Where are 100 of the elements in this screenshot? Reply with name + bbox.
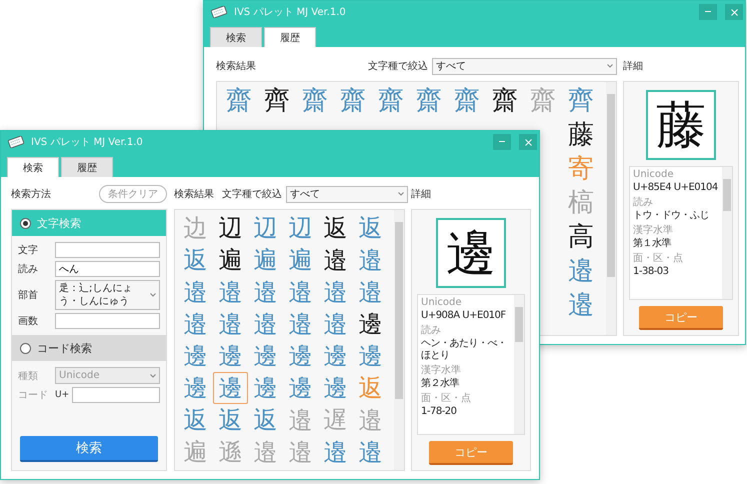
character-cell[interactable]: 遍 xyxy=(178,436,213,468)
character-cell[interactable]: 寄 xyxy=(562,152,600,186)
filter-dropdown[interactable]: すべて xyxy=(432,58,617,74)
character-cell[interactable]: 邉 xyxy=(283,276,318,308)
window-title: IVS パレット MJ Ver.1.0 xyxy=(234,6,346,19)
field-label: 文字 xyxy=(18,244,39,257)
character-cell[interactable]: 邉 xyxy=(562,288,600,322)
radio-button[interactable] xyxy=(20,218,31,228)
character-cell[interactable]: 邉 xyxy=(248,276,283,308)
caret-icon xyxy=(150,293,156,297)
tab[interactable]: 検索 xyxy=(210,27,262,47)
minimize-icon xyxy=(499,141,505,143)
character-cell[interactable]: 遅 xyxy=(318,404,353,436)
character-cell[interactable]: 邊 xyxy=(178,372,213,404)
tab[interactable]: 履歴 xyxy=(61,157,113,177)
filter-label: 文字種で絞込 xyxy=(222,188,282,201)
character-cell[interactable]: 邉 xyxy=(248,308,283,340)
copy-button[interactable]: コピー xyxy=(639,306,723,330)
window-title: IVS パレット MJ Ver.1.0 xyxy=(31,136,143,149)
character-cell[interactable]: 邊 xyxy=(353,308,388,340)
character-cell[interactable]: 邊 xyxy=(178,340,213,372)
character-cell[interactable]: 邉 xyxy=(178,276,213,308)
character-cell[interactable]: 邉 xyxy=(178,308,213,340)
clear-button[interactable]: 条件クリア xyxy=(99,185,167,203)
character-cell[interactable]: 邊 xyxy=(213,372,248,404)
section-header[interactable]: コード検索 xyxy=(12,335,166,361)
character-cell[interactable]: 遍 xyxy=(248,244,283,276)
info-label: Unicode xyxy=(421,297,463,309)
character-cell[interactable]: 槁 xyxy=(562,186,600,220)
character-cell[interactable]: 邊 xyxy=(318,372,353,404)
character-cell[interactable]: 邉 xyxy=(318,308,353,340)
character-cell[interactable]: 邉 xyxy=(248,436,283,468)
character-cell[interactable]: 邉 xyxy=(283,308,318,340)
search-button[interactable]: 検索 xyxy=(20,436,158,462)
keyboard-icon xyxy=(210,6,228,18)
character-cell[interactable]: 返 xyxy=(248,404,283,436)
radio-button[interactable] xyxy=(20,342,31,354)
character-cell[interactable]: 返 xyxy=(178,244,213,276)
minimize-button[interactable] xyxy=(493,134,511,150)
character-cell[interactable]: 邉 xyxy=(213,276,248,308)
character-cell[interactable]: 遜 xyxy=(213,436,248,468)
input-field[interactable] xyxy=(55,242,160,258)
scrollbar[interactable] xyxy=(722,167,732,299)
character-cell[interactable]: 返 xyxy=(213,404,248,436)
section-header[interactable]: 文字検索 xyxy=(12,210,166,236)
filter-dropdown[interactable]: すべて xyxy=(286,186,408,202)
dropdown[interactable]: 辵：辶;しんにょう・しんにゅう xyxy=(55,280,160,310)
character-cell[interactable]: 返 xyxy=(353,212,388,244)
character-cell[interactable]: 遍 xyxy=(283,244,318,276)
character-cell[interactable]: 邉 xyxy=(318,436,353,468)
character-cell[interactable]: 返 xyxy=(178,404,213,436)
character-cell[interactable]: 辺 xyxy=(248,212,283,244)
character-cell[interactable]: 齊 xyxy=(258,84,296,118)
scrollbar[interactable] xyxy=(394,210,404,470)
character-cell[interactable]: 邉 xyxy=(353,276,388,308)
character-cell[interactable]: 返 xyxy=(353,372,388,404)
character-cell[interactable]: 高 xyxy=(562,220,600,254)
character-cell[interactable]: 邉 xyxy=(213,308,248,340)
character-cell[interactable]: 邊 xyxy=(283,372,318,404)
scrollbar[interactable] xyxy=(514,295,524,434)
minimize-button[interactable] xyxy=(699,4,717,20)
character-cell[interactable]: 返 xyxy=(318,212,353,244)
character-cell[interactable]: 邉 xyxy=(283,436,318,468)
character-cell[interactable]: 齋 xyxy=(410,84,448,118)
close-button[interactable] xyxy=(519,134,537,150)
character-cell[interactable]: 齋 xyxy=(524,84,562,118)
character-cell[interactable]: 邉 xyxy=(353,404,388,436)
character-cell[interactable]: 邊 xyxy=(283,340,318,372)
character-cell[interactable]: 邊 xyxy=(353,340,388,372)
character-cell[interactable]: 辺 xyxy=(213,212,248,244)
character-cell[interactable]: 邊 xyxy=(248,340,283,372)
tab[interactable]: 検索 xyxy=(7,157,59,177)
character-cell[interactable]: 藤 xyxy=(562,118,600,152)
character-cell[interactable]: 邉 xyxy=(353,244,388,276)
close-button[interactable] xyxy=(725,4,743,20)
tab[interactable]: 履歴 xyxy=(264,27,316,47)
character-cell[interactable]: 齊 xyxy=(562,84,600,118)
character-cell[interactable]: 边 xyxy=(178,212,213,244)
input-field[interactable] xyxy=(55,313,160,329)
character-cell[interactable]: 邊 xyxy=(318,340,353,372)
character-cell[interactable]: 齋 xyxy=(220,84,258,118)
character-cell[interactable]: 邉 xyxy=(562,254,600,288)
input-field[interactable]: へん xyxy=(55,261,160,277)
section-title: コード検索 xyxy=(37,340,92,356)
character-cell[interactable]: 齋 xyxy=(372,84,410,118)
character-cell[interactable]: 邊 xyxy=(213,340,248,372)
character-cell[interactable]: 齋 xyxy=(448,84,486,118)
character-cell[interactable]: 邉 xyxy=(283,404,318,436)
character-cell[interactable]: 邉 xyxy=(318,276,353,308)
character-cell[interactable]: 齋 xyxy=(334,84,372,118)
character-cell[interactable]: 齋 xyxy=(296,84,334,118)
scrollbar[interactable] xyxy=(606,82,616,335)
character-cell[interactable]: 邊 xyxy=(248,372,283,404)
input-field[interactable] xyxy=(72,387,160,403)
character-cell[interactable]: 邉 xyxy=(353,436,388,468)
copy-button[interactable]: コピー xyxy=(429,441,513,465)
character-cell[interactable]: 遍 xyxy=(213,244,248,276)
character-cell[interactable]: 辺 xyxy=(283,212,318,244)
character-cell[interactable]: 齋 xyxy=(486,84,524,118)
character-cell[interactable]: 邉 xyxy=(318,244,353,276)
